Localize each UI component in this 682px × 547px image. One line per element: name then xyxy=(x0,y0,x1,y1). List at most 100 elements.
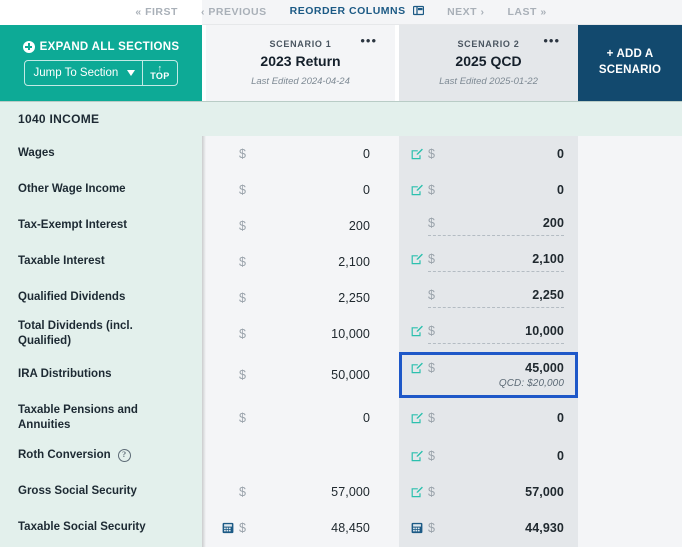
scenario-1-cell[interactable]: $48,450 xyxy=(206,510,395,546)
scenario-2-amount: 0 xyxy=(556,411,564,425)
row-label: Wages xyxy=(18,147,55,160)
scenario-1-cell[interactable]: $50,000 xyxy=(206,352,395,398)
scenario-1-last-edited: Last Edited 2024-04-24 xyxy=(251,76,350,87)
scenario-1-amount: 0 xyxy=(362,183,370,197)
scenario-2-amount: 0 xyxy=(556,449,564,463)
edit-icon[interactable] xyxy=(411,412,428,424)
row-label: IRA Distributions xyxy=(18,368,112,381)
currency-symbol: $ xyxy=(239,411,246,425)
edit-icon[interactable] xyxy=(411,486,428,498)
scenario-2-cell[interactable]: $57,000 xyxy=(399,474,578,510)
jump-to-section-select[interactable]: Jump To Section xyxy=(25,61,142,85)
scenario-2-subtext: QCD: $20,000 xyxy=(498,378,564,389)
scenario-1-title: 2023 Return xyxy=(260,53,341,69)
scenario-comparison-app: « FIRST ‹ PREVIOUS REORDER COLUMNS NEXT … xyxy=(0,0,682,547)
row-label-cell: Taxable Social Security xyxy=(0,510,202,546)
edit-icon[interactable] xyxy=(411,148,428,160)
row-label-cell: Gross Social Security xyxy=(0,474,202,510)
scenario-1-value-line: $2,250 xyxy=(222,291,370,305)
pager-first[interactable]: « FIRST xyxy=(135,6,178,18)
edit-icon[interactable] xyxy=(411,362,428,374)
scroll-to-top-button[interactable]: ↑ TOP xyxy=(142,60,176,85)
row-label-cell: IRA Distributions xyxy=(0,352,202,398)
scroll-to-top-label: TOP xyxy=(150,71,170,81)
add-scenario-line1: + ADD A xyxy=(606,48,654,61)
expand-all-sections-button[interactable]: EXPAND ALL SECTIONS xyxy=(22,40,180,53)
scenario-2-value-line: $200 xyxy=(411,216,564,230)
scenario-1-cell[interactable]: $2,100 xyxy=(206,244,395,280)
pager-reorder-columns[interactable]: REORDER COLUMNS xyxy=(289,5,425,19)
scenario-1-amount: 57,000 xyxy=(331,485,370,499)
pager-previous[interactable]: ‹ PREVIOUS xyxy=(201,6,267,18)
scenario-2-cell[interactable]: $0 xyxy=(399,398,578,438)
scenario-1-cell[interactable]: $2,250 xyxy=(206,280,395,316)
scenario-2-amount: 2,100 xyxy=(532,252,564,266)
header-left-controls: EXPAND ALL SECTIONS Jump To Section ↑ TO… xyxy=(0,25,202,101)
scenario-2-value-line: $10,000 xyxy=(411,324,564,338)
scenario-2-cell[interactable]: $2,100 xyxy=(399,244,578,280)
scenario-2-header[interactable]: SCENARIO 2 2025 QCD Last Edited 2025-01-… xyxy=(399,25,578,101)
scenario-1-amount: 0 xyxy=(362,147,370,161)
pager-last[interactable]: LAST » xyxy=(507,6,546,18)
row-label-cell: Roth Conversion? xyxy=(0,438,202,474)
scenario-1-cell[interactable]: $10,000 xyxy=(206,316,395,352)
row-label: Gross Social Security xyxy=(18,485,137,498)
scenario-1-cell[interactable]: $0 xyxy=(206,172,395,208)
currency-symbol: $ xyxy=(428,183,435,197)
scenario-2-amount: 0 xyxy=(556,183,564,197)
scenario-1-cell-empty xyxy=(206,438,395,474)
currency-symbol: $ xyxy=(428,216,435,230)
scenario-1-value-line: $0 xyxy=(222,411,370,425)
scenario-2-cell[interactable]: $200 xyxy=(399,208,578,244)
help-icon[interactable]: ? xyxy=(117,449,131,463)
edit-icon[interactable] xyxy=(411,253,428,265)
row-label: Total Dividends (incl. Qualified) xyxy=(18,319,133,347)
scenario-1-value-line: $200 xyxy=(222,219,370,233)
scenario-2-cell[interactable]: $0 xyxy=(399,172,578,208)
scenario-2-cell[interactable]: $2,250 xyxy=(399,280,578,316)
row-label-cell: Wages xyxy=(0,136,202,172)
table-row: IRA Distributions $50,000 $45,000 QCD: $20,… xyxy=(0,352,682,398)
scenario-1-cell[interactable]: $57,000 xyxy=(206,474,395,510)
section-header-1040-income[interactable]: 1040 INCOME xyxy=(0,101,682,136)
scenario-1-amount: 10,000 xyxy=(331,327,370,341)
currency-symbol: $ xyxy=(428,252,435,266)
scenario-2-value-line: $57,000 xyxy=(411,485,564,499)
edit-icon[interactable] xyxy=(411,184,428,196)
currency-symbol: $ xyxy=(239,291,246,305)
scenario-2-value-line: $0 xyxy=(411,411,564,425)
calculator-icon[interactable] xyxy=(411,522,428,534)
scenario-2-menu-icon[interactable]: ••• xyxy=(543,34,560,47)
scenario-2-value-line: $44,930 xyxy=(411,521,564,535)
scenario-2-value-line: $2,100 xyxy=(411,252,564,266)
currency-symbol: $ xyxy=(239,219,246,233)
scenario-1-cell[interactable]: $200 xyxy=(206,208,395,244)
scenario-2-value-line: $0 xyxy=(411,147,564,161)
scenario-1-cell[interactable]: $0 xyxy=(206,398,395,438)
row-label: Taxable Pensions and Annuities xyxy=(18,403,138,431)
section-title: 1040 INCOME xyxy=(18,112,100,126)
row-label: Qualified Dividends xyxy=(18,291,126,304)
row-label-cell: Tax-Exempt Interest xyxy=(0,208,202,244)
row-label-cell: Total Dividends (incl. Qualified) xyxy=(0,316,202,352)
edit-icon[interactable] xyxy=(411,450,428,462)
scenario-1-cell[interactable]: $0 xyxy=(206,136,395,172)
scenario-1-menu-icon[interactable]: ••• xyxy=(360,34,377,47)
scenario-2-cell[interactable]: $0 xyxy=(399,438,578,474)
scenario-2-cell[interactable]: $10,000 xyxy=(399,316,578,352)
scenario-1-header[interactable]: SCENARIO 1 2023 Return Last Edited 2024-… xyxy=(206,25,395,101)
scenario-2-cell[interactable]: $0 xyxy=(399,136,578,172)
scenario-2-title: 2025 QCD xyxy=(455,53,522,69)
add-scenario-button[interactable]: + ADD A SCENARIO xyxy=(578,25,682,101)
pager-next[interactable]: NEXT › xyxy=(447,6,484,18)
table-row: Total Dividends (incl. Qualified) $10,000… xyxy=(0,316,682,352)
edit-icon[interactable] xyxy=(411,325,428,337)
scenario-2-cell[interactable]: $45,000 QCD: $20,000 xyxy=(399,352,578,398)
pager-reorder-columns-label: REORDER COLUMNS xyxy=(289,5,406,17)
scenario-2-cell[interactable]: $44,930 xyxy=(399,510,578,546)
pager-first-label: « FIRST xyxy=(135,6,178,18)
scenario-2-editable-underline xyxy=(428,343,564,344)
calculator-icon[interactable] xyxy=(222,522,239,534)
scenario-1-amount: 2,100 xyxy=(338,255,370,269)
currency-symbol: $ xyxy=(428,485,435,499)
